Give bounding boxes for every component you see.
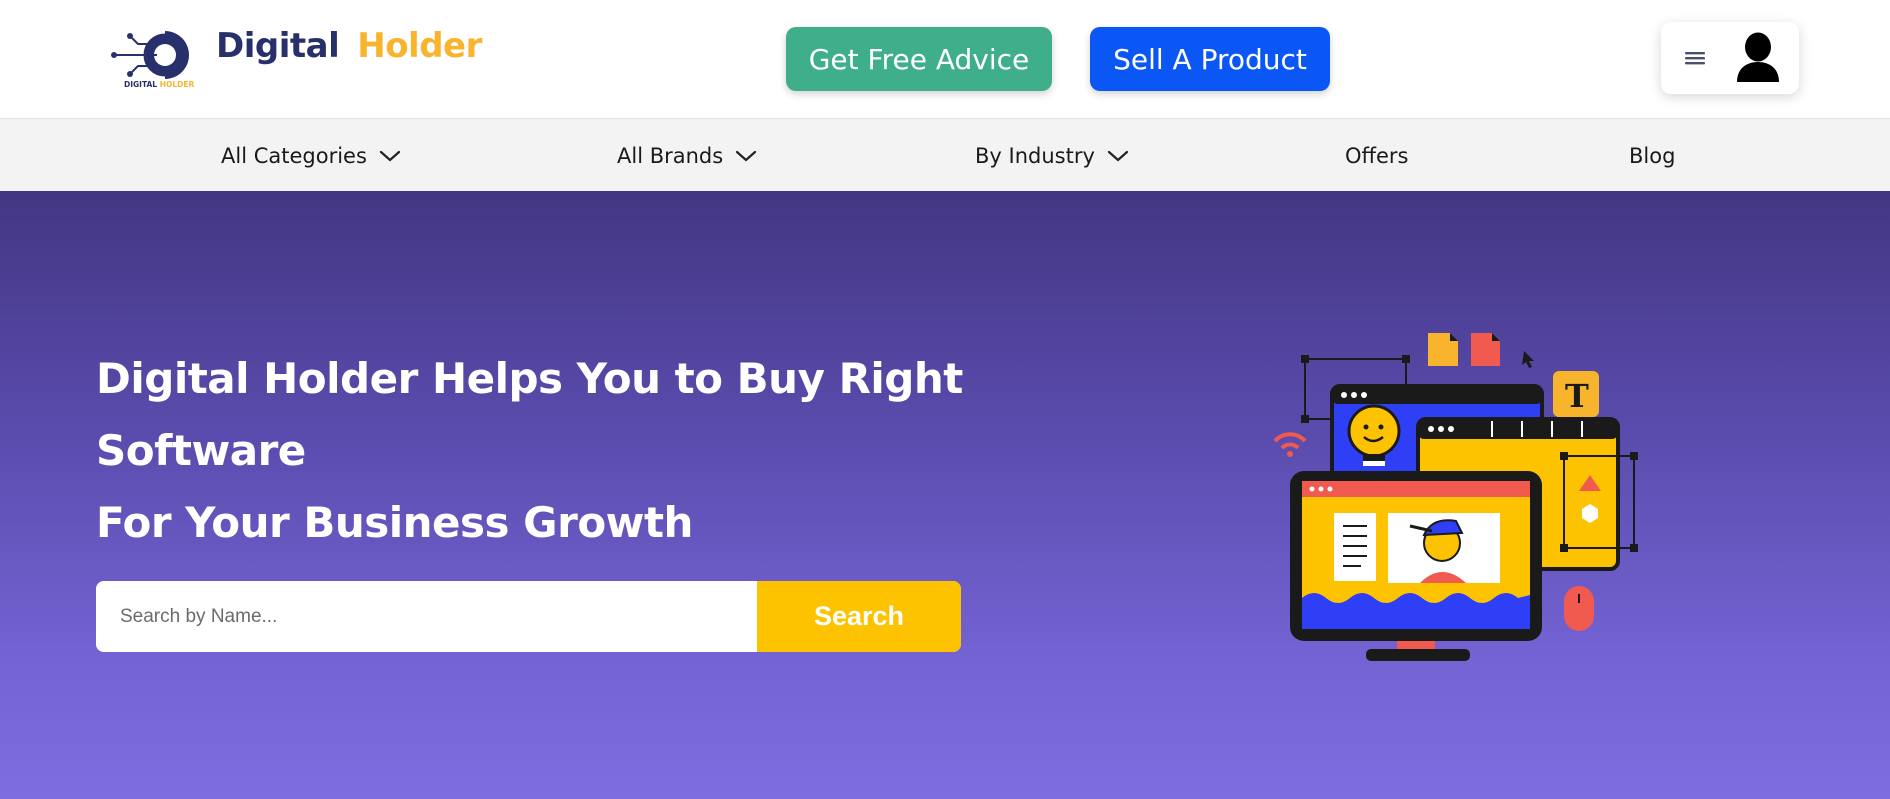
logo-mark-icon: DIGITAL HOLDER: [111, 28, 194, 89]
search-button[interactable]: Search: [757, 581, 961, 652]
chevron-down-icon: [1107, 150, 1128, 161]
nav-item-label: By Industry: [975, 143, 1095, 168]
nav-item-offers[interactable]: Offers: [1345, 119, 1409, 192]
brand-name[interactable]: Digital Holder: [216, 26, 482, 66]
hero-title: Digital Holder Helps You to Buy Right So…: [96, 343, 1096, 559]
svg-text:T: T: [1565, 377, 1589, 415]
user-menu[interactable]: [1661, 22, 1799, 94]
nav-item-label: Blog: [1629, 143, 1676, 168]
hero-title-line-1: Digital Holder Helps You to Buy Right So…: [96, 354, 963, 475]
digital-holder-logo[interactable]: DIGITAL HOLDER: [110, 22, 206, 90]
nav-item-blog[interactable]: Blog: [1629, 119, 1675, 192]
nav-item-label: All Categories: [221, 143, 367, 168]
monitor-workspace-illustration: T: [1270, 321, 1650, 681]
brand-word-digital: Digital: [216, 26, 340, 66]
nav-item-all-brands[interactable]: All Brands: [617, 119, 757, 192]
brand-word-holder: Holder: [357, 26, 482, 66]
nav-item-all-categories[interactable]: All Categories: [221, 119, 401, 192]
search-input[interactable]: [96, 581, 757, 652]
chevron-down-icon: [736, 150, 757, 161]
search-bar: Search: [96, 581, 961, 652]
hamburger-icon[interactable]: [1683, 46, 1709, 70]
site-header: DIGITAL HOLDER Digital Holder Get Free Ad…: [0, 0, 1890, 118]
get-free-advice-button[interactable]: Get Free Advice: [786, 27, 1052, 91]
svg-text:DIGITAL HOLDER: DIGITAL HOLDER: [124, 80, 194, 89]
nav-item-label: Offers: [1345, 143, 1409, 168]
chevron-down-icon: [379, 150, 401, 161]
category-nav: All Categories All Brands By Industry Of…: [0, 118, 1890, 191]
hero-section: Digital Holder Helps You to Buy Right So…: [0, 191, 1890, 799]
nav-item-by-industry[interactable]: By Industry: [975, 119, 1129, 192]
user-icon[interactable]: [1735, 32, 1781, 84]
nav-item-label: All Brands: [617, 143, 724, 168]
sell-a-product-button[interactable]: Sell A Product: [1090, 27, 1330, 91]
hero-title-line-2: For Your Business Growth: [96, 498, 693, 547]
